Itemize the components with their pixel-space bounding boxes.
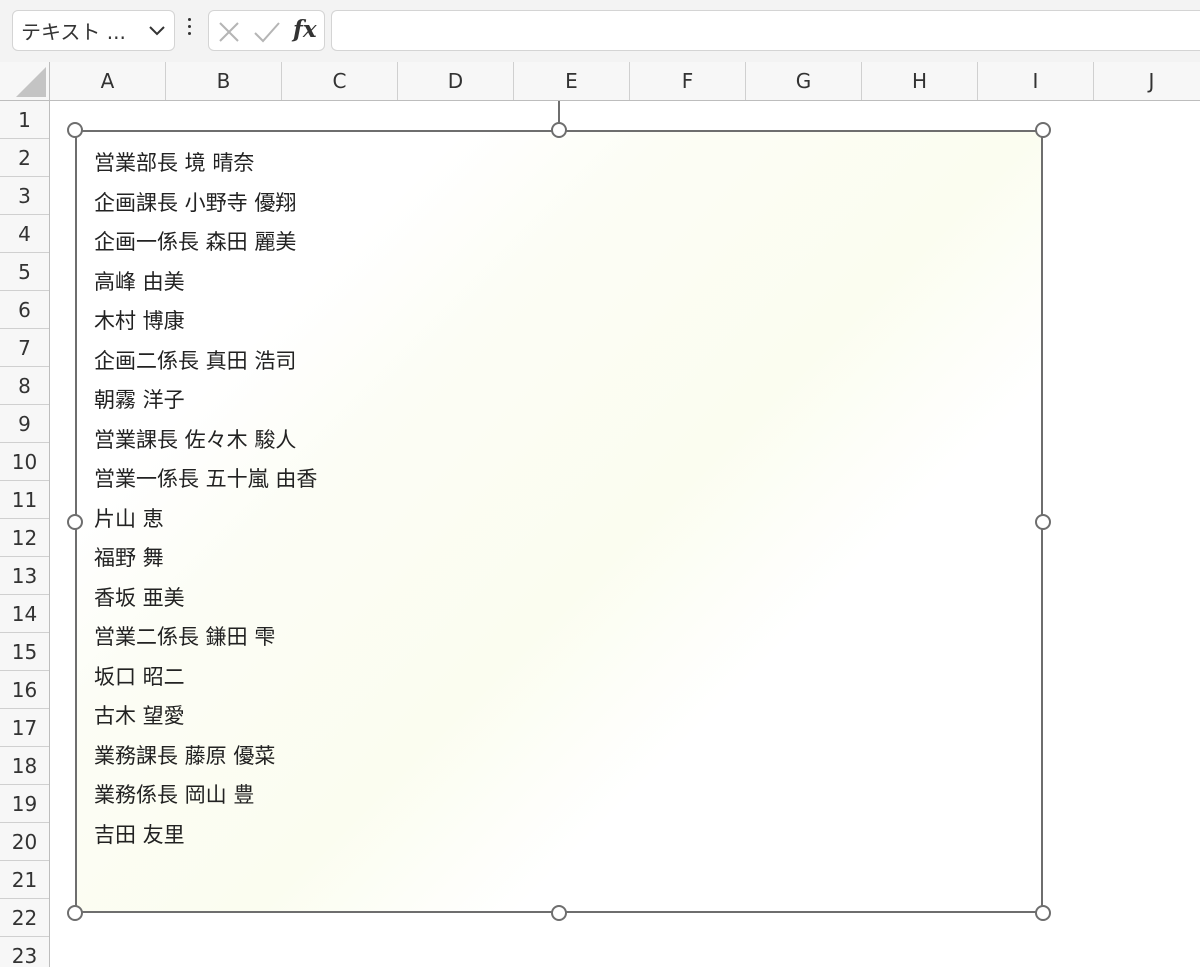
more-options-icon[interactable] (184, 18, 194, 44)
formula-buttons: fx (208, 10, 325, 51)
text-box-content[interactable]: 営業部長 境 晴奈 企画課長 小野寺 優翔 企画一係長 森田 麗美 高峰 由美 … (94, 144, 317, 855)
column-header[interactable]: C (282, 62, 398, 100)
text-line: 高峰 由美 (94, 269, 185, 294)
row-header[interactable]: 11 (0, 481, 49, 519)
row-header[interactable]: 1 (0, 101, 49, 139)
text-line: 木村 博康 (94, 309, 185, 333)
row-header[interactable]: 14 (0, 595, 49, 633)
column-header[interactable]: J (1094, 62, 1200, 100)
row-header[interactable]: 17 (0, 709, 49, 747)
text-line: 営業二係長 鎌田 雫 (94, 625, 276, 649)
row-header[interactable]: 19 (0, 785, 49, 823)
name-box[interactable]: テキスト ... (12, 10, 175, 51)
chevron-down-icon[interactable] (148, 24, 166, 38)
row-header[interactable]: 10 (0, 443, 49, 481)
row-header[interactable]: 9 (0, 405, 49, 443)
row-header[interactable]: 13 (0, 557, 49, 595)
formula-input[interactable] (331, 10, 1200, 51)
text-line: 福野 舞 (94, 546, 164, 570)
text-line: 企画課長 小野寺 優翔 (94, 190, 297, 215)
rotate-handle[interactable] (551, 122, 567, 138)
row-header[interactable]: 8 (0, 367, 49, 405)
text-line: 業務課長 藤原 優菜 (94, 743, 276, 768)
column-header[interactable]: I (978, 62, 1094, 100)
row-header[interactable]: 2 (0, 139, 49, 177)
text-line: 朝霧 洋子 (94, 388, 185, 412)
text-line: 営業一係長 五十嵐 由香 (94, 467, 318, 491)
column-header[interactable]: F (630, 62, 746, 100)
row-header[interactable]: 15 (0, 633, 49, 671)
resize-handle-bottom-right[interactable] (1035, 905, 1051, 921)
column-header[interactable]: B (166, 62, 282, 100)
row-header[interactable]: 6 (0, 291, 49, 329)
row-header[interactable]: 12 (0, 519, 49, 557)
text-line: 企画一係長 森田 麗美 (94, 230, 297, 254)
checkmark-icon[interactable] (253, 20, 281, 44)
text-line: 業務係長 岡山 豊 (94, 783, 255, 807)
row-header[interactable]: 16 (0, 671, 49, 709)
column-header[interactable]: H (862, 62, 978, 100)
column-header[interactable]: E (514, 62, 630, 100)
text-line: 吉田 友里 (94, 822, 185, 847)
select-all-icon (16, 67, 46, 97)
text-line: 片山 恵 (94, 506, 164, 531)
resize-handle-top-left[interactable] (67, 122, 83, 138)
row-header[interactable]: 22 (0, 899, 49, 937)
insert-function-icon[interactable]: fx (293, 16, 317, 44)
text-line: 香坂 亜美 (94, 585, 185, 610)
row-header[interactable]: 3 (0, 177, 49, 215)
row-header[interactable]: 4 (0, 215, 49, 253)
row-header[interactable]: 7 (0, 329, 49, 367)
name-box-value: テキスト ... (21, 20, 126, 44)
cancel-icon[interactable] (217, 20, 241, 44)
resize-handle-left[interactable] (67, 514, 83, 530)
row-header[interactable]: 5 (0, 253, 49, 291)
row-header[interactable]: 20 (0, 823, 49, 861)
resize-handle-bottom-left[interactable] (67, 905, 83, 921)
text-line: 営業部長 境 晴奈 (94, 151, 255, 175)
text-line: 古木 望愛 (94, 704, 185, 728)
column-header-row: A B C D E F G H I J (0, 62, 1200, 101)
column-header[interactable]: G (746, 62, 862, 100)
resize-handle-right[interactable] (1035, 514, 1051, 530)
column-header[interactable]: A (50, 62, 166, 100)
column-header[interactable]: D (398, 62, 514, 100)
resize-handle-bottom[interactable] (551, 905, 567, 921)
resize-handle-top-right[interactable] (1035, 122, 1051, 138)
row-header-column: 1 2 3 4 5 6 7 8 9 10 11 12 13 14 15 16 1… (0, 101, 50, 967)
text-line: 営業課長 佐々木 駿人 (94, 427, 297, 452)
text-line: 企画二係長 真田 浩司 (94, 348, 297, 373)
row-header[interactable]: 23 (0, 937, 49, 967)
text-box-shape[interactable]: 営業部長 境 晴奈 企画課長 小野寺 優翔 企画一係長 森田 麗美 高峰 由美 … (75, 130, 1043, 913)
select-all-button[interactable] (0, 62, 50, 100)
row-header[interactable]: 21 (0, 861, 49, 899)
text-line: 坂口 昭二 (94, 664, 185, 689)
row-header[interactable]: 18 (0, 747, 49, 785)
formula-bar: テキスト ... fx (0, 0, 1200, 62)
